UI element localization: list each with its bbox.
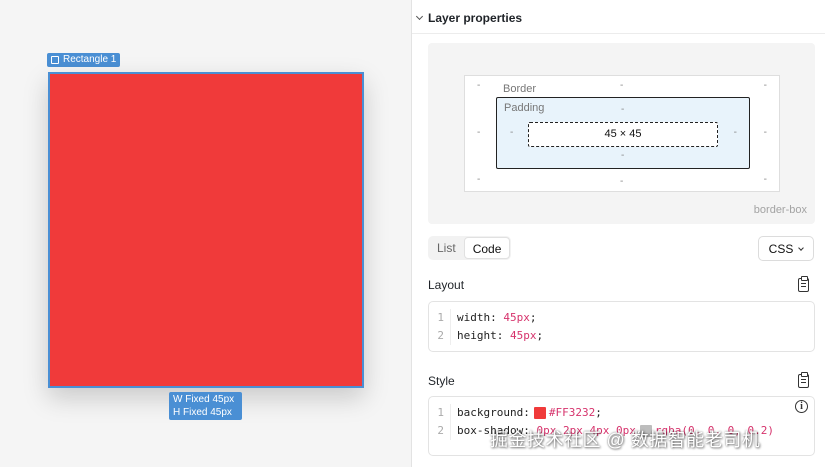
code-terminator: ; xyxy=(529,311,537,324)
width-label: W Fixed 45px xyxy=(173,394,235,405)
watermark-text: 掘金技术社区 @ 数据智能老司机 xyxy=(490,430,761,450)
chevron-down-icon xyxy=(798,244,805,251)
code-line: 2 height: 45px; xyxy=(429,327,814,345)
margin-top-right-value: - xyxy=(763,80,767,91)
language-select[interactable]: CSS xyxy=(758,236,814,261)
code-property: height: xyxy=(457,329,504,342)
layer-name-label: Rectangle 1 xyxy=(63,54,117,65)
language-select-value: CSS xyxy=(768,241,794,256)
box-sizing-label: border-box xyxy=(753,204,807,216)
border-label: Border xyxy=(503,83,537,95)
code-line: 1 width: 45px; xyxy=(429,309,814,327)
box-model-diagram: - - - - - - - - Border Padding - - - - 4… xyxy=(428,43,815,224)
margin-bottom-value: - xyxy=(620,176,624,187)
layout-code-block: 1 width: 45px; 2 height: 45px; xyxy=(428,301,815,352)
padding-left-value: - xyxy=(510,127,514,138)
code-value: #FF3232 xyxy=(548,406,596,419)
layout-section-title: Layout xyxy=(428,278,465,292)
divider xyxy=(412,33,825,34)
tab-list[interactable]: List xyxy=(429,237,464,259)
content-size-box: 45 × 45 xyxy=(528,122,718,147)
padding-top-value: - xyxy=(621,104,625,115)
code-line: 1 background: #FF3232; xyxy=(429,404,814,422)
margin-top-value: - xyxy=(620,80,624,91)
layer-properties-panel: Layer properties - - - - - - - - Border … xyxy=(411,0,825,467)
code-text: background: #FF3232; xyxy=(451,404,602,422)
style-section-title: Style xyxy=(428,374,455,388)
margin-box: - - - - - - - - Border Padding - - - - 4… xyxy=(464,75,780,192)
clipboard-icon[interactable] xyxy=(798,372,809,388)
margin-left-value: - xyxy=(477,127,481,138)
margin-bottom-right-value: - xyxy=(763,174,767,185)
margin-top-left-value: - xyxy=(477,80,481,91)
height-label: H Fixed 45px xyxy=(173,407,232,418)
code-terminator: ; xyxy=(595,406,602,419)
size-tag: W Fixed 45px H Fixed 45px xyxy=(169,392,242,420)
code-property: width: xyxy=(457,311,497,324)
code-text: width: 45px; xyxy=(451,309,537,327)
frame-icon xyxy=(51,56,59,64)
line-number: 1 xyxy=(429,309,451,327)
border-box: Padding - - - - 45 × 45 xyxy=(496,97,750,169)
code-value: 45px xyxy=(503,311,530,324)
margin-right-value: - xyxy=(763,127,767,138)
view-tabs: List Code xyxy=(428,236,512,260)
selected-rectangle[interactable] xyxy=(48,72,364,388)
margin-bottom-left-value: - xyxy=(477,174,481,185)
tab-code[interactable]: Code xyxy=(463,237,511,259)
clipboard-icon[interactable] xyxy=(798,276,809,292)
panel-title: Layer properties xyxy=(428,11,523,25)
chevron-down-icon xyxy=(415,12,424,21)
code-text: height: 45px; xyxy=(451,327,543,345)
line-number: 2 xyxy=(429,422,451,440)
padding-right-value: - xyxy=(733,127,737,138)
layer-name-tag[interactable]: Rectangle 1 xyxy=(47,53,121,67)
panel-header[interactable]: Layer properties xyxy=(415,11,523,25)
code-property: background: xyxy=(457,406,530,419)
code-terminator: ; xyxy=(536,329,544,342)
color-swatch[interactable] xyxy=(533,407,546,419)
design-canvas[interactable]: Rectangle 1 W Fixed 45px H Fixed 45px xyxy=(0,0,411,467)
code-value: 45px xyxy=(509,329,537,342)
padding-bottom-value: - xyxy=(621,150,625,161)
padding-label: Padding xyxy=(504,102,545,114)
line-number: 1 xyxy=(429,404,451,422)
line-number: 2 xyxy=(429,327,451,345)
